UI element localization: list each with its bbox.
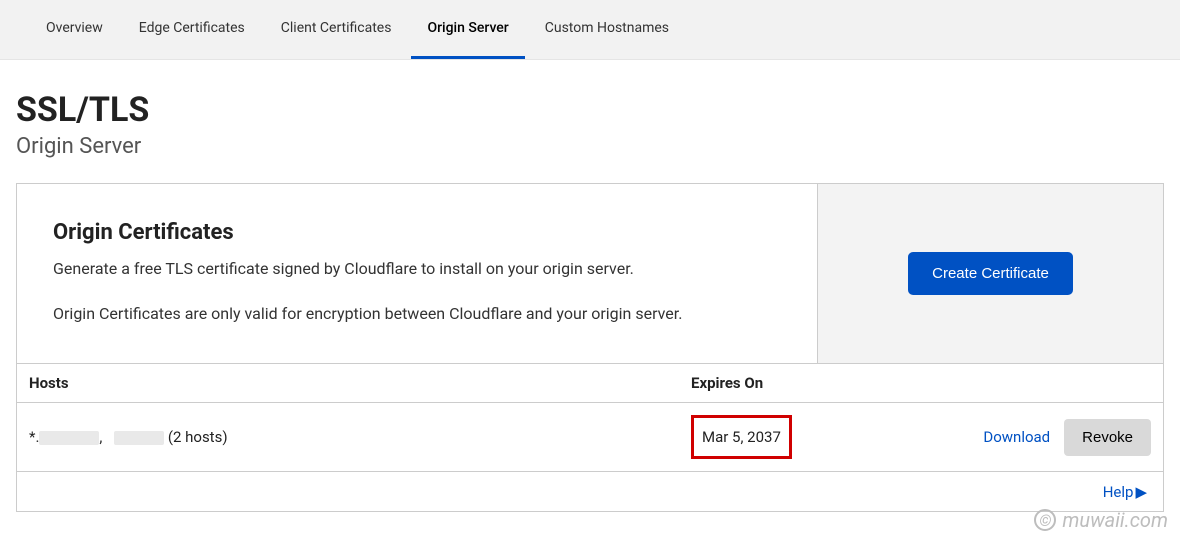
host-prefix: *. <box>29 428 39 446</box>
chevron-right-icon: ▶ <box>1135 483 1147 501</box>
redacted-host <box>114 431 164 445</box>
download-link[interactable]: Download <box>983 428 1050 446</box>
create-certificate-button[interactable]: Create Certificate <box>908 252 1073 295</box>
hosts-count: (2 hosts) <box>168 428 228 446</box>
tab-edge-certificates[interactable]: Edge Certificates <box>123 0 261 59</box>
cell-hosts: *., (2 hosts) <box>29 428 691 446</box>
page-subtitle: Origin Server <box>16 134 1164 159</box>
column-header-expires: Expires On <box>691 374 891 392</box>
tabs-nav: Overview Edge Certificates Client Certif… <box>0 0 1180 60</box>
card-action-panel: Create Certificate <box>817 184 1163 363</box>
column-header-hosts: Hosts <box>29 374 691 392</box>
tab-origin-server[interactable]: Origin Server <box>411 0 524 59</box>
expires-value: Mar 5, 2037 <box>691 415 792 459</box>
tab-custom-hostnames[interactable]: Custom Hostnames <box>529 0 685 59</box>
page-header: SSL/TLS Origin Server <box>0 60 1180 183</box>
tab-client-certificates[interactable]: Client Certificates <box>265 0 408 59</box>
host-comma: , <box>99 428 102 446</box>
page-title: SSL/TLS <box>16 90 1164 130</box>
help-label: Help <box>1103 483 1134 501</box>
watermark: © muwaii.com <box>1034 508 1168 532</box>
origin-certificates-card: Origin Certificates Generate a free TLS … <box>16 183 1164 512</box>
cell-expires: Mar 5, 2037 <box>691 415 891 459</box>
cell-actions: Download Revoke <box>891 419 1151 456</box>
card-title: Origin Certificates <box>53 220 781 245</box>
redacted-host <box>39 431 99 445</box>
table-header: Hosts Expires On <box>17 363 1163 402</box>
watermark-text: muwaii.com <box>1062 508 1168 532</box>
card-footer: Help▶ <box>17 471 1163 511</box>
tab-overview[interactable]: Overview <box>30 0 119 59</box>
copyright-icon: © <box>1034 509 1056 531</box>
card-desc-1: Generate a free TLS certificate signed b… <box>53 259 781 278</box>
card-info: Origin Certificates Generate a free TLS … <box>17 184 817 363</box>
revoke-button[interactable]: Revoke <box>1064 419 1151 456</box>
card-desc-2: Origin Certificates are only valid for e… <box>53 304 781 323</box>
table-row: *., (2 hosts) Mar 5, 2037 Download Revok… <box>17 402 1163 471</box>
help-link[interactable]: Help▶ <box>1103 483 1147 501</box>
